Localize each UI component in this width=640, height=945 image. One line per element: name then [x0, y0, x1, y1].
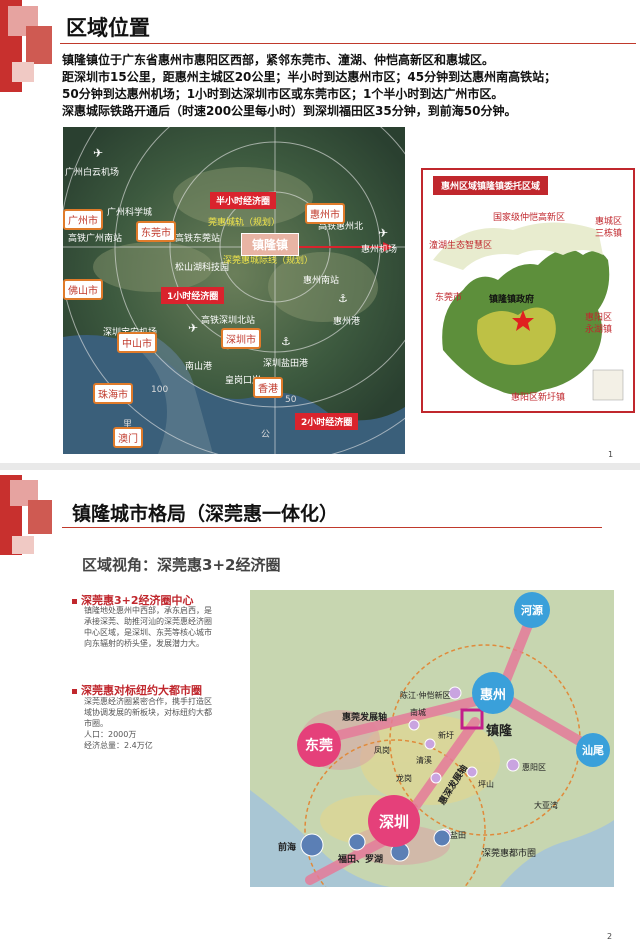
slide-2: 镇隆城市格局（深莞惠一体化） 区域视角：深莞惠3+2经济圈 深莞惠3+2经济圈中…: [0, 470, 640, 945]
map-place: 惠阳区: [522, 763, 546, 772]
map-place: 坪山: [478, 780, 494, 789]
place-label: 高铁广州南站: [68, 234, 123, 244]
ring-two-hour: 2小时经济圈: [295, 413, 359, 430]
map-place: 陈江·仲恺新区: [400, 691, 451, 700]
bullet-square-icon: [72, 688, 77, 694]
place-label: 深圳盐田港: [263, 359, 309, 369]
axis-label: 惠莞发展轴: [342, 713, 388, 723]
city-macau: 澳门: [113, 427, 143, 448]
panel-label: 东莞市: [435, 293, 463, 303]
map-place: 清溪: [416, 756, 432, 765]
map-place: 盐田: [450, 831, 466, 840]
bullet-body: 深莞惠经济圈紧密合作，携手打造区 域协调发展的新板块，对标纽约大都 市圈。 人口…: [84, 697, 212, 750]
place-label: 南山港: [185, 362, 213, 372]
metro-label: 深莞惠都市圈: [482, 849, 537, 859]
intro-line: 距深圳市15公里，距惠州主城区20公里；半小时到达惠州市区；45分钟到达惠州南高…: [62, 70, 557, 84]
region-map: 河源 惠州 东莞 汕尾 深圳 镇隆 惠莞发展轴 惠深发展轴 陈江·仲恺新区 南城…: [250, 590, 614, 887]
panel-label: 惠阳区新圩镇: [511, 393, 566, 403]
map-place: 新圩: [438, 731, 454, 740]
anchor-icon: ⚓: [338, 292, 348, 305]
ring-half-hour: 半小时经济圈: [210, 192, 277, 209]
page-title: 区域位置: [66, 16, 150, 40]
city-huizhou: 惠州市: [305, 203, 345, 224]
ring-one-hour: 1小时经济圈: [161, 287, 225, 304]
map-place: 福田、罗湖: [338, 855, 384, 865]
city-shanwei: 汕尾: [576, 733, 610, 767]
satellite-map: ✈ ✈ ✈ ⚓ ⚓ ⚓ 广州白云机场 广州科学城 高铁广州南站 高铁东莞站 松山…: [63, 127, 405, 454]
page-title: 镇隆城市格局（深莞惠一体化）: [72, 503, 339, 525]
bullet-square-icon: [72, 598, 77, 604]
title-rule: [60, 43, 636, 44]
title-rule: [62, 527, 602, 528]
center-town-label: 镇隆镇: [241, 233, 300, 256]
panel-header: 惠州区域镇隆镇委托区域: [433, 176, 549, 195]
city-dongguan: 东莞市: [136, 221, 176, 242]
zhenlong-label: 镇隆: [486, 724, 513, 739]
page-number: 1: [608, 450, 614, 459]
distance-label: 100: [151, 385, 169, 395]
brand-logo: [0, 0, 60, 95]
map-place: 凤岗: [374, 746, 390, 755]
district-panel: 惠州区域镇隆镇委托区域 国家级仲恺高新区 惠城区 三栋镇 潼湖生态智慧区 东莞市…: [421, 168, 635, 413]
brand-logo: [0, 470, 60, 565]
place-label: 松山湖科技园: [175, 263, 230, 273]
page-number: 2: [607, 932, 613, 941]
panel-label: 永湖镇: [585, 325, 613, 335]
city-zhongshan: 中山市: [117, 332, 157, 353]
anchor-icon: ⚓: [281, 335, 291, 348]
city-zhuhai: 珠海市: [93, 383, 133, 404]
panel-label: 潼湖生态智慧区: [429, 241, 493, 251]
airport-icon: ✈: [93, 146, 103, 160]
distance-label: 50: [285, 395, 297, 405]
panel-label: 国家级仲恺高新区: [493, 213, 566, 223]
place-label: 惠州机场: [361, 245, 398, 255]
airport-icon: ✈: [378, 226, 388, 240]
map-place: 南城: [410, 708, 426, 717]
city-shenzhen: 深圳: [368, 795, 420, 847]
city-guangzhou: 广州市: [63, 209, 103, 230]
city-shenzhen: 深圳市: [221, 328, 261, 349]
intro-line: 50分钟到达惠州机场；1小时到达深圳市区或东莞市区；1个半小时到达广州市区。: [62, 87, 504, 101]
airport-icon: ✈: [188, 321, 198, 335]
map-place: 龙岗: [396, 774, 412, 783]
place-label: 广州科学城: [107, 208, 153, 218]
rail-label: 莞惠城轨（规划）: [208, 218, 281, 228]
panel-label: 镇隆镇政府: [489, 295, 535, 305]
intro-line: 镇隆镇位于广东省惠州市惠阳区西部，紧邻东莞市、潼湖、仲恺高新区和惠城区。: [62, 53, 495, 67]
bullet-body: 镇隆地处惠州中西部，承东启西，是 承接深莞、助推河汕的深莞惠经济圈 中心区域，是…: [84, 606, 212, 648]
intro-line: 深惠城际铁路开通后（时速200公里每小时）到深圳福田区35分钟，到前海50分钟。: [62, 104, 517, 118]
slide-1: 区域位置 镇隆镇位于广东省惠州市惠阳区西部，紧邻东莞市、潼湖、仲恺高新区和惠城区…: [0, 0, 640, 463]
place-label: 高铁深圳北站: [201, 316, 256, 326]
map-place: 前海: [278, 843, 297, 853]
place-label: 惠州南站: [303, 276, 340, 286]
place-label: 惠州港: [333, 317, 361, 327]
map-place: 大亚湾: [534, 801, 558, 810]
city-dongguan: 东莞: [297, 723, 341, 767]
panel-label: 三栋镇: [595, 229, 623, 239]
city-foshan: 佛山市: [63, 279, 103, 300]
city-hongkong: 香港: [253, 377, 283, 398]
section-subtitle: 区域视角：深莞惠3+2经济圈: [82, 556, 281, 574]
place-label: 广州白云机场: [65, 168, 120, 178]
city-heyuan: 河源: [514, 592, 550, 628]
legend-box: [592, 369, 624, 401]
intro-text: 镇隆镇位于广东省惠州市惠阳区西部，紧邻东莞市、潼湖、仲恺高新区和惠城区。 距深圳…: [62, 52, 637, 120]
place-label: 高铁东莞站: [175, 234, 221, 244]
distance-label: 公: [261, 430, 271, 440]
city-huizhou: 惠州: [472, 672, 514, 714]
